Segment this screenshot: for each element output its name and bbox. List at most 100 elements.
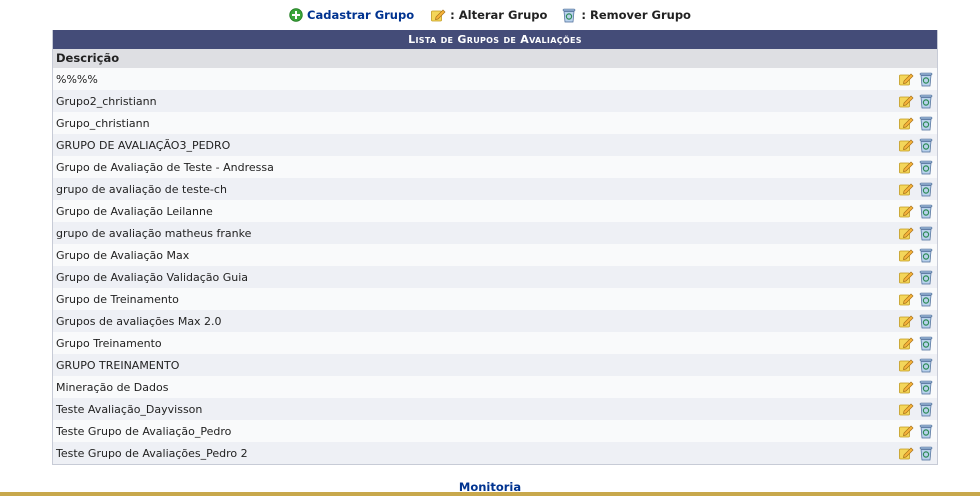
- recycle-bin-icon[interactable]: [918, 115, 934, 131]
- group-description: Grupo2_christiann: [56, 94, 157, 108]
- recycle-bin-icon[interactable]: [918, 137, 934, 153]
- recycle-bin-icon[interactable]: [918, 203, 934, 219]
- row-actions: [898, 423, 934, 439]
- table-row: grupo de avaliação de teste-ch: [53, 178, 937, 200]
- edit-pencil-icon[interactable]: [898, 291, 914, 307]
- recycle-bin-icon[interactable]: [918, 379, 934, 395]
- row-actions: [898, 335, 934, 351]
- recycle-bin-icon[interactable]: [918, 423, 934, 439]
- recycle-bin-icon[interactable]: [918, 401, 934, 417]
- table-row: Grupo2_christiann: [53, 90, 937, 112]
- edit-pencil-icon[interactable]: [898, 335, 914, 351]
- edit-pencil-icon: [430, 7, 446, 23]
- edit-pencil-icon[interactable]: [898, 445, 914, 461]
- recycle-bin-icon[interactable]: [918, 445, 934, 461]
- groups-table: Lista de Grupos de Avaliações Descrição …: [52, 30, 938, 465]
- edit-pencil-icon[interactable]: [898, 379, 914, 395]
- edit-pencil-icon[interactable]: [898, 247, 914, 263]
- table-row: Teste Grupo de Avaliação_Pedro: [53, 420, 937, 442]
- recycle-bin-icon[interactable]: [918, 269, 934, 285]
- edit-pencil-icon[interactable]: [898, 115, 914, 131]
- table-row: Grupo de Avaliação Leilanne: [53, 200, 937, 222]
- group-description: Grupo de Avaliação Max: [56, 248, 190, 262]
- group-description: GRUPO DE AVALIAÇÃO3_PEDRO: [56, 138, 231, 152]
- column-header-descricao: Descrição: [53, 49, 937, 68]
- group-description: grupo de avaliação matheus franke: [56, 226, 252, 240]
- table-row: GRUPO TREINAMENTO: [53, 354, 937, 376]
- row-actions: [898, 379, 934, 395]
- group-description: Mineração de Dados: [56, 380, 169, 394]
- edit-pencil-icon[interactable]: [898, 203, 914, 219]
- edit-pencil-icon[interactable]: [898, 401, 914, 417]
- group-description: Teste Avaliação_Dayvisson: [56, 402, 203, 416]
- recycle-bin-icon[interactable]: [918, 247, 934, 263]
- row-actions: [898, 137, 934, 153]
- table-row: Grupo de Treinamento: [53, 288, 937, 310]
- add-group-legend[interactable]: Cadastrar Grupo: [289, 8, 414, 22]
- row-actions: [898, 313, 934, 329]
- plus-circle-icon[interactable]: [289, 8, 303, 22]
- table-caption: Lista de Grupos de Avaliações: [53, 30, 937, 49]
- legend-bar: Cadastrar Grupo : Alterar Grupo : Remove…: [0, 0, 980, 30]
- edit-pencil-icon[interactable]: [898, 181, 914, 197]
- edit-pencil-icon[interactable]: [898, 357, 914, 373]
- recycle-bin-icon[interactable]: [918, 357, 934, 373]
- row-actions: [898, 401, 934, 417]
- row-actions: [898, 225, 934, 241]
- table-row: %%%%: [53, 68, 937, 90]
- edit-legend: : Alterar Grupo: [430, 7, 547, 23]
- table-body: %%%% Grupo2_christiann Grupo_christiann GRU…: [53, 68, 937, 464]
- recycle-bin-icon[interactable]: [918, 335, 934, 351]
- group-description: GRUPO TREINAMENTO: [56, 358, 180, 372]
- recycle-bin-icon[interactable]: [918, 159, 934, 175]
- row-actions: [898, 445, 934, 461]
- recycle-bin-icon[interactable]: [918, 313, 934, 329]
- row-actions: [898, 291, 934, 307]
- row-actions: [898, 181, 934, 197]
- table-row: Grupo_christiann: [53, 112, 937, 134]
- table-row: Teste Grupo de Avaliações_Pedro 2: [53, 442, 937, 464]
- edit-pencil-icon[interactable]: [898, 269, 914, 285]
- table-row: Grupo Treinamento: [53, 332, 937, 354]
- group-description: Teste Grupo de Avaliações_Pedro 2: [56, 446, 248, 460]
- group-description: Grupo Treinamento: [56, 336, 162, 350]
- group-description: Teste Grupo de Avaliação_Pedro: [56, 424, 232, 438]
- recycle-bin-icon[interactable]: [918, 71, 934, 87]
- edit-pencil-icon[interactable]: [898, 225, 914, 241]
- group-description: %%%%: [56, 72, 98, 86]
- group-description: Grupo de Treinamento: [56, 292, 179, 306]
- footer-bar: [0, 492, 980, 496]
- row-actions: [898, 269, 934, 285]
- row-actions: [898, 115, 934, 131]
- edit-pencil-icon[interactable]: [898, 423, 914, 439]
- table-row: Teste Avaliação_Dayvisson: [53, 398, 937, 420]
- group-description: Grupos de avaliações Max 2.0: [56, 314, 222, 328]
- edit-pencil-icon[interactable]: [898, 159, 914, 175]
- edit-legend-label: : Alterar Grupo: [450, 8, 548, 22]
- edit-pencil-icon[interactable]: [898, 137, 914, 153]
- table-row: Grupo de Avaliação Validação Guia: [53, 266, 937, 288]
- row-actions: [898, 247, 934, 263]
- table-row: Mineração de Dados: [53, 376, 937, 398]
- row-actions: [898, 93, 934, 109]
- table-row: Grupo de Avaliação Max: [53, 244, 937, 266]
- recycle-bin-icon[interactable]: [918, 225, 934, 241]
- remove-legend: : Remover Grupo: [561, 7, 691, 23]
- recycle-bin-icon: [561, 7, 577, 23]
- recycle-bin-icon[interactable]: [918, 181, 934, 197]
- edit-pencil-icon[interactable]: [898, 93, 914, 109]
- recycle-bin-icon[interactable]: [918, 93, 934, 109]
- edit-pencil-icon[interactable]: [898, 71, 914, 87]
- edit-pencil-icon[interactable]: [898, 313, 914, 329]
- table-row: grupo de avaliação matheus franke: [53, 222, 937, 244]
- remove-legend-label: : Remover Grupo: [581, 8, 691, 22]
- row-actions: [898, 357, 934, 373]
- add-group-link[interactable]: Cadastrar Grupo: [307, 8, 414, 22]
- group-description: Grupo de Avaliação de Teste - Andressa: [56, 160, 274, 174]
- group-description: grupo de avaliação de teste-ch: [56, 182, 227, 196]
- row-actions: [898, 159, 934, 175]
- recycle-bin-icon[interactable]: [918, 291, 934, 307]
- row-actions: [898, 71, 934, 87]
- group-description: Grupo de Avaliação Leilanne: [56, 204, 213, 218]
- row-actions: [898, 203, 934, 219]
